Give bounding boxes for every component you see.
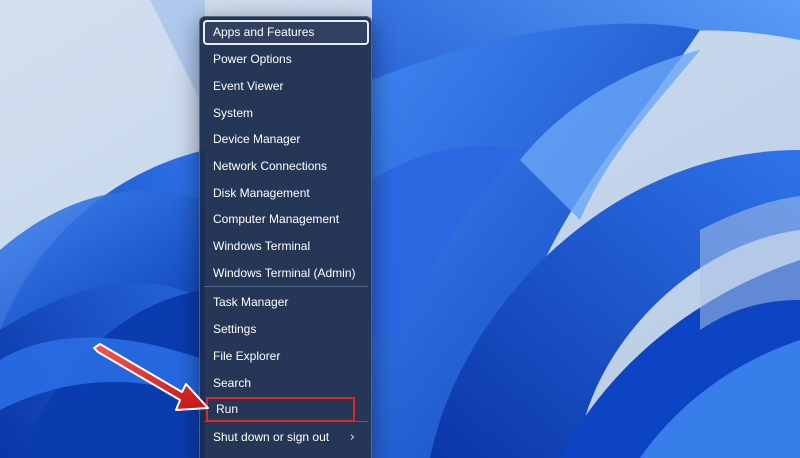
menu-item-settings[interactable]: Settings: [203, 317, 369, 342]
menu-item-shut-down-or-sign-out[interactable]: Shut down or sign out ›: [203, 425, 369, 450]
red-annotation-arrow-icon: [93, 343, 209, 411]
menu-item-label: Windows Terminal: [213, 239, 311, 253]
menu-separator: [204, 286, 368, 287]
menu-item-label: Network Connections: [213, 159, 328, 173]
menu-item-label: Run: [216, 402, 239, 416]
menu-item-label: System: [213, 106, 254, 120]
menu-item-power-options[interactable]: Power Options: [203, 47, 369, 72]
menu-item-device-manager[interactable]: Device Manager: [203, 127, 369, 152]
menu-item-search[interactable]: Search: [203, 371, 369, 396]
menu-item-label: Windows Terminal (Admin): [213, 266, 356, 280]
menu-item-label: Shut down or sign out: [213, 430, 330, 444]
menu-item-network-connections[interactable]: Network Connections: [203, 154, 369, 179]
menu-item-label: Event Viewer: [213, 79, 284, 93]
menu-item-windows-terminal-admin[interactable]: Windows Terminal (Admin): [203, 261, 369, 286]
menu-item-label: Computer Management: [213, 212, 340, 226]
menu-item-system[interactable]: System: [203, 101, 369, 126]
menu-item-task-manager[interactable]: Task Manager: [203, 290, 369, 315]
menu-item-windows-terminal[interactable]: Windows Terminal: [203, 234, 369, 259]
menu-item-label: Disk Management: [213, 186, 310, 200]
menu-item-label: Device Manager: [213, 132, 301, 146]
menu-item-computer-management[interactable]: Computer Management: [203, 207, 369, 232]
menu-item-label: Settings: [213, 322, 257, 336]
menu-item-event-viewer[interactable]: Event Viewer: [203, 74, 369, 99]
chevron-right-icon: ›: [349, 430, 355, 445]
menu-item-label: Power Options: [213, 52, 292, 66]
menu-item-run[interactable]: Run: [206, 397, 355, 422]
menu-item-disk-management[interactable]: Disk Management: [203, 181, 369, 206]
winx-context-menu: Apps and Features Power Options Event View…: [199, 16, 372, 458]
menu-item-apps-and-features[interactable]: Apps and Features: [203, 20, 369, 45]
menu-item-label: Task Manager: [213, 295, 289, 309]
desktop: Apps and Features Power Options Event View…: [0, 0, 800, 458]
menu-item-label: Apps and Features: [213, 25, 315, 39]
menu-item-file-explorer[interactable]: File Explorer: [203, 344, 369, 369]
menu-item-label: Search: [213, 376, 252, 390]
menu-item-label: File Explorer: [213, 349, 281, 363]
